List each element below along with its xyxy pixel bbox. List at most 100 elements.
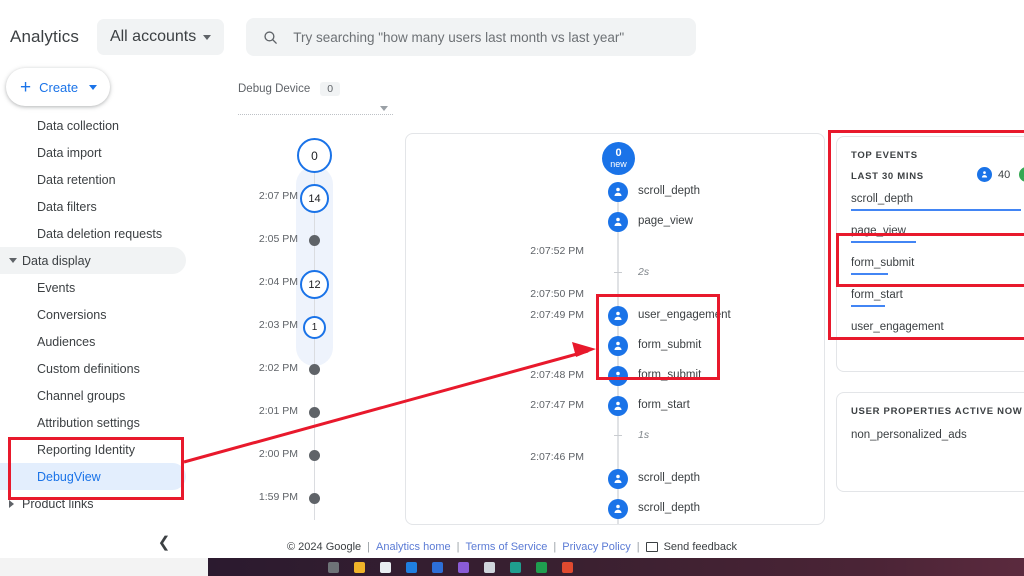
minute-timeline-time: 2:02 PM — [258, 362, 298, 374]
sidebar-item-conversions[interactable]: Conversions — [0, 301, 186, 328]
taskbar-tray-region — [872, 558, 1024, 576]
debug-device-underline — [238, 114, 393, 115]
footer-link-privacy[interactable]: Privacy Policy — [562, 541, 630, 553]
create-button[interactable]: + Create — [6, 68, 110, 106]
event-stream-row[interactable]: 2:07:47 PM form_start — [406, 396, 824, 422]
sidebar-item-label: Data retention — [37, 172, 116, 187]
search-input[interactable]: Try searching "how many users last month… — [246, 18, 697, 56]
new-events-badge[interactable]: 0 new — [602, 142, 635, 175]
footer-link-analytics-home[interactable]: Analytics home — [376, 541, 451, 553]
sidebar-item-label: Product links — [22, 496, 94, 511]
event-name: scroll_depth — [638, 502, 701, 514]
chevron-down-icon — [203, 34, 212, 40]
minute-timeline-point[interactable]: 2:07 PM 14 — [238, 184, 388, 213]
event-stream-row[interactable]: form_submit — [406, 336, 824, 362]
event-stream-row[interactable]: 2:07:48 PM form_submit — [406, 366, 824, 392]
os-taskbar — [0, 558, 1024, 576]
sidebar-item-product-links[interactable]: Product links — [0, 490, 186, 517]
event-timestamp: 2:07:49 PM — [530, 309, 584, 321]
sidebar-item-label: Data collection — [37, 118, 119, 133]
sidebar-item-data-import[interactable]: Data import — [0, 139, 186, 166]
minute-timeline-point[interactable]: 2:03 PM 1 — [238, 316, 388, 339]
top-event-row[interactable]: page_view — [851, 225, 1021, 243]
top-event-name: form_start — [851, 289, 903, 301]
minute-timeline-value[interactable]: 14 — [300, 184, 329, 213]
minute-timeline-value[interactable]: 12 — [300, 270, 329, 299]
taskbar-apps-region — [208, 558, 872, 576]
taskbar-icon-5[interactable] — [432, 562, 443, 573]
top-event-bar — [851, 209, 1021, 211]
minute-timeline-point: 2:01 PM — [238, 402, 388, 424]
footer-send-feedback[interactable]: Send feedback — [664, 541, 737, 553]
top-event-bar — [851, 337, 880, 339]
top-event-name: user_engagement — [851, 321, 944, 333]
minute-timeline-point[interactable]: 0 — [238, 138, 388, 173]
sidebar-item-data-retention[interactable]: Data retention — [0, 166, 186, 193]
debugview-screen: Analytics All accounts Try searching "ho… — [0, 0, 1024, 576]
user-properties-value: non_personalized_ads — [851, 429, 967, 441]
event-stream-row[interactable]: 2:07:49 PM user_engagement — [406, 306, 824, 332]
minute-timeline-value[interactable]: 1 — [303, 316, 326, 339]
event-stream-row[interactable]: page_view — [406, 212, 824, 238]
top-event-row[interactable]: form_start — [851, 289, 1021, 307]
minute-timeline-point[interactable]: 2:04 PM 12 — [238, 270, 388, 299]
sidebar-item-data-display[interactable]: Data display — [0, 247, 186, 274]
new-events-count: 0 — [615, 147, 622, 160]
sidebar-item-label: Conversions — [37, 307, 107, 322]
event-name: form_start — [638, 399, 690, 411]
sidebar-item-label: DebugView — [37, 469, 101, 484]
event-stream-row[interactable]: scroll_depth — [406, 469, 824, 495]
chevron-down-icon — [9, 258, 17, 263]
minute-timeline-time: 2:01 PM — [258, 405, 298, 417]
taskbar-icon-6[interactable] — [458, 562, 469, 573]
user-icon — [608, 469, 628, 489]
top-events-secondary-metric — [1019, 167, 1024, 182]
minute-timeline-dot — [309, 450, 320, 461]
sidebar-item-custom-definitions[interactable]: Custom definitions — [0, 355, 186, 382]
event-stream-card: 0 new scroll_depth page_view 2:07:52 PM 2s 2… — [405, 133, 825, 525]
minute-timeline-point: 2:05 PM — [238, 230, 388, 252]
top-event-name: page_view — [851, 225, 906, 237]
sidebar-item-label: Custom definitions — [37, 361, 140, 376]
taskbar-icon-folder[interactable] — [354, 562, 365, 573]
sidebar-item-data-deletion-requests[interactable]: Data deletion requests — [0, 220, 186, 247]
sidebar: + Create Data collection Data import Data … — [0, 60, 186, 522]
taskbar-icon-9[interactable] — [536, 562, 547, 573]
footer-link-terms[interactable]: Terms of Service — [465, 541, 547, 553]
taskbar-icon-4[interactable] — [406, 562, 417, 573]
chevron-right-icon — [9, 499, 14, 508]
minute-timeline-time: 2:04 PM — [258, 276, 298, 288]
taskbar-icon-3[interactable] — [380, 562, 391, 573]
sidebar-item-channel-groups[interactable]: Channel groups — [0, 382, 186, 409]
sidebar-item-data-filters[interactable]: Data filters — [0, 193, 186, 220]
top-event-row[interactable]: scroll_depth — [851, 193, 1021, 211]
taskbar-icon-1[interactable] — [328, 562, 339, 573]
event-stream-row[interactable]: scroll_depth — [406, 182, 824, 208]
sidebar-item-label: Data import — [37, 145, 102, 160]
event-name: form_submit — [638, 369, 702, 381]
footer-separator: | — [456, 541, 460, 553]
top-event-bar — [851, 241, 916, 243]
event-name: page_view — [638, 215, 693, 227]
sidebar-item-attribution-settings[interactable]: Attribution settings — [0, 409, 186, 436]
sidebar-item-debugview[interactable]: DebugView — [0, 463, 186, 490]
sidebar-item-events[interactable]: Events — [0, 274, 186, 301]
event-stream-gap-label: 1s — [638, 429, 650, 441]
taskbar-icon-chrome[interactable] — [562, 562, 573, 573]
event-stream-row[interactable]: scroll_depth — [406, 499, 824, 524]
top-event-row[interactable]: user_engagement — [851, 321, 1021, 339]
taskbar-icon-8[interactable] — [510, 562, 521, 573]
taskbar-icon-7[interactable] — [484, 562, 495, 573]
minute-timeline-value[interactable]: 0 — [297, 138, 332, 173]
minute-timeline-point: 2:00 PM — [238, 445, 388, 467]
top-event-row[interactable]: form_submit — [851, 257, 1021, 275]
sidebar-item-label: Data deletion requests — [37, 226, 163, 241]
sidebar-item-data-collection[interactable]: Data collection — [0, 112, 186, 139]
sidebar-item-audiences[interactable]: Audiences — [0, 328, 186, 355]
sidebar-item-reporting-identity[interactable]: Reporting Identity — [0, 436, 186, 463]
user-icon — [608, 212, 628, 232]
debug-device-selector[interactable]: Debug Device 0 — [238, 82, 398, 115]
account-selector[interactable]: All accounts — [96, 19, 225, 55]
footer-copyright: © 2024 Google — [287, 541, 362, 553]
event-timestamp: 2:07:50 PM — [530, 288, 584, 300]
